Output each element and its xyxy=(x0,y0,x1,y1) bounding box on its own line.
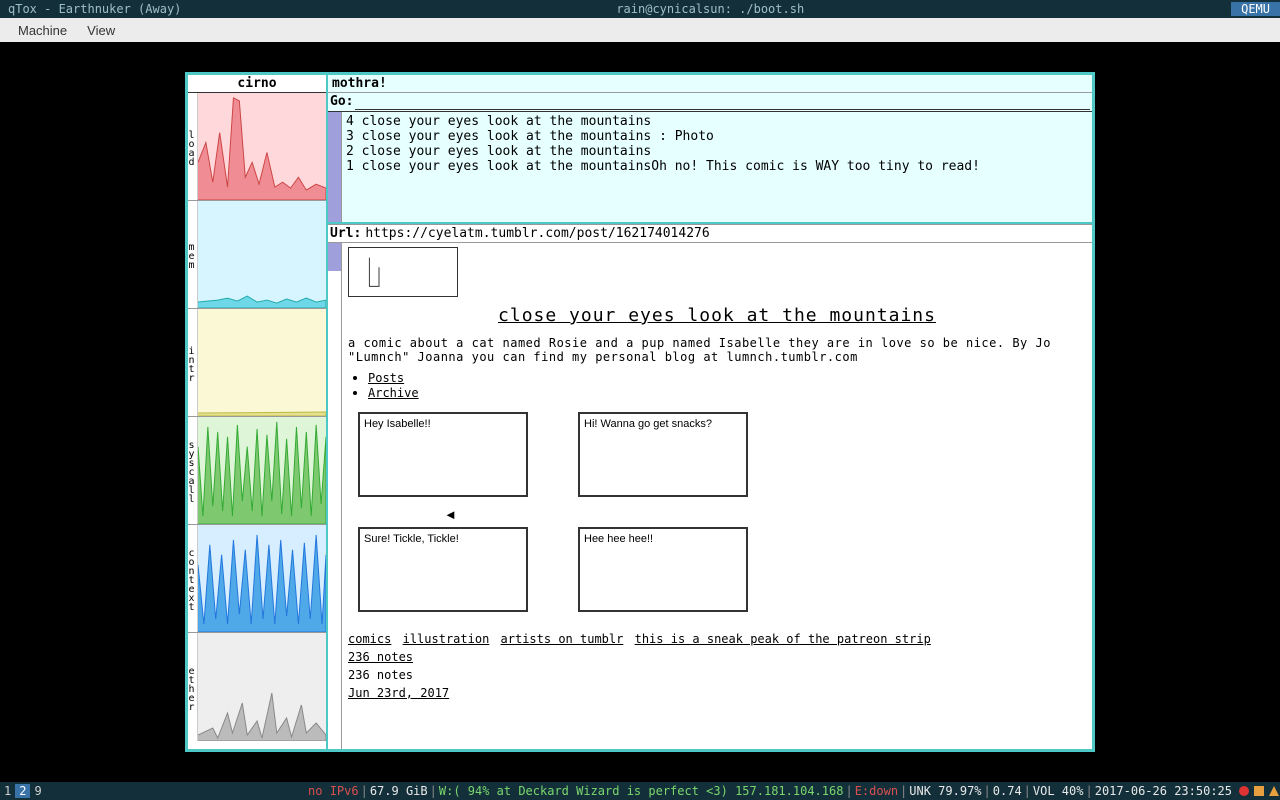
cirno-title: cirno xyxy=(188,75,326,93)
status-datetime: 2017-06-26 23:50:25 xyxy=(1095,784,1232,798)
graph-syscall: syscall xyxy=(188,417,326,525)
tray-icon[interactable] xyxy=(1268,785,1280,797)
status-memory: 67.9 GiB xyxy=(370,784,428,798)
url-label: Url: xyxy=(330,226,361,241)
notes-count: 236 notes xyxy=(348,668,1086,682)
status-ipv6: no IPv6 xyxy=(308,784,359,798)
notes-link[interactable]: 236 notes xyxy=(348,650,1086,664)
tag-link[interactable]: illustration xyxy=(403,632,490,646)
workspace-9[interactable]: 9 xyxy=(30,784,45,798)
header-image xyxy=(348,247,458,297)
tags-row: comics illustration artists on tumblr th… xyxy=(348,632,1086,646)
go-input[interactable] xyxy=(355,94,1090,110)
tag-link[interactable]: comics xyxy=(348,632,391,646)
page-scrollbar[interactable] xyxy=(328,243,342,749)
tag-link[interactable]: this is a sneak peak of the patreon stri… xyxy=(635,632,931,646)
vm-screen: cirno load mem intr syscall context xyxy=(0,42,1280,782)
comic-panel-2: Hi! Wanna go get snacks? xyxy=(578,412,748,497)
history-list: 4 close your eyes look at the mountains … xyxy=(342,112,1092,222)
go-label: Go: xyxy=(330,94,353,110)
menu-machine[interactable]: Machine xyxy=(8,23,77,38)
bottom-statusbar: 1 2 9 no IPv6| 67.9 GiB| W: ( 94% at Dec… xyxy=(0,782,1280,800)
workspace-1[interactable]: 1 xyxy=(0,784,15,798)
status-wifi: ( 94% at Deckard Wizard is perfect <3) 1… xyxy=(453,784,843,798)
tray-icon[interactable] xyxy=(1238,785,1250,797)
history-scrollbar[interactable] xyxy=(328,112,342,222)
status-volume: VOL 40% xyxy=(1033,784,1084,798)
history-item[interactable]: 4 close your eyes look at the mountains xyxy=(346,114,1088,129)
graph-intr: intr xyxy=(188,309,326,417)
tray-icon[interactable] xyxy=(1253,785,1265,797)
graph-load: load xyxy=(188,93,326,201)
taskbar-item-qemu[interactable]: QEMU xyxy=(1231,2,1280,16)
page-title[interactable]: close your eyes look at the mountains xyxy=(348,305,1086,326)
link-archive[interactable]: Archive xyxy=(368,386,419,400)
qemu-menubar: Machine View xyxy=(0,18,1280,42)
graph-mem: mem xyxy=(188,201,326,309)
page-content: close your eyes look at the mountains a … xyxy=(342,243,1092,749)
history-item[interactable]: 2 close your eyes look at the mountains xyxy=(346,144,1088,159)
comic-panel-3: Sure! Tickle, Tickle! xyxy=(358,527,528,612)
status-load: 0.74 xyxy=(993,784,1022,798)
link-posts[interactable]: Posts xyxy=(368,371,404,385)
workspace-2[interactable]: 2 xyxy=(15,784,30,798)
status-eth: down xyxy=(869,784,898,798)
mothra-browser: mothra! Go: 4 close your eyes look at th… xyxy=(328,75,1092,749)
taskbar-item-terminal[interactable]: rain@cynicalsun: ./boot.sh xyxy=(608,2,812,16)
status-wifi-label: W: xyxy=(439,784,453,798)
comic-panel-4: Hee hee hee!! xyxy=(578,527,748,612)
cursor-icon: ◄ xyxy=(444,507,457,522)
status-unk: UNK 79.97% xyxy=(909,784,981,798)
mothra-title: mothra! xyxy=(328,75,1092,93)
post-date[interactable]: Jun 23rd, 2017 xyxy=(348,686,1086,700)
tag-link[interactable]: artists on tumblr xyxy=(501,632,624,646)
taskbar-item-qtox[interactable]: qTox - Earthnuker (Away) xyxy=(0,2,189,16)
graph-context: context xyxy=(188,525,326,633)
page-description: a comic about a cat named Rosie and a pu… xyxy=(348,336,1086,364)
graph-ether: ether xyxy=(188,633,326,741)
url-value[interactable]: https://cyelatm.tumblr.com/post/16217401… xyxy=(365,226,1090,241)
history-item[interactable]: 1 close your eyes look at the mountainsO… xyxy=(346,159,1088,174)
systray xyxy=(1238,785,1280,797)
comic-strip: Hey Isabelle!! Hi! Wanna go get snacks? … xyxy=(348,412,1086,612)
history-item[interactable]: 3 close your eyes look at the mountains … xyxy=(346,129,1088,144)
menu-view[interactable]: View xyxy=(77,23,125,38)
cirno-monitor: cirno load mem intr syscall context xyxy=(188,75,328,749)
comic-panel-1: Hey Isabelle!! xyxy=(358,412,528,497)
plan9-window: cirno load mem intr syscall context xyxy=(185,72,1095,752)
top-taskbar: qTox - Earthnuker (Away) rain@cynicalsun… xyxy=(0,0,1280,18)
status-eth-label: E: xyxy=(855,784,869,798)
